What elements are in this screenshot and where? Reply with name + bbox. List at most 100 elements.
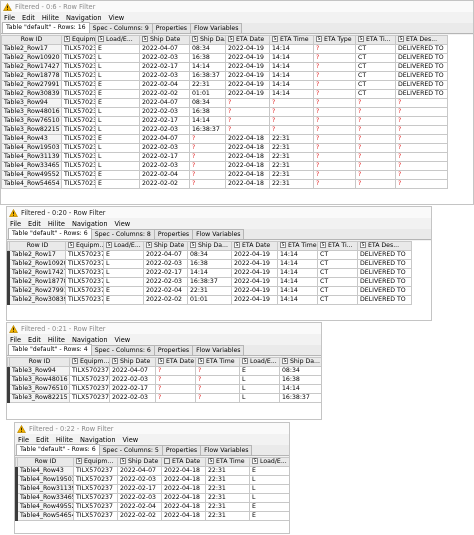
row-id-cell[interactable]: Table3_Row76510	[9, 384, 70, 394]
column-header[interactable]: S ETA Time	[269, 35, 314, 45]
column-header[interactable]: SEquipm...	[69, 357, 110, 367]
table-cell[interactable]: 22:31	[205, 484, 250, 494]
table-row[interactable]: Table2_Row17427TILX570237L2022-02-1714:1…	[7, 268, 412, 278]
table-cell[interactable]: L	[95, 107, 140, 117]
menu-view[interactable]: View	[109, 14, 125, 22]
table-cell[interactable]: 14:14	[279, 384, 321, 394]
table-cell[interactable]: 2022-02-02	[139, 89, 190, 99]
column-header[interactable]: SShip Da...	[187, 241, 232, 251]
table-cell[interactable]: TILX570237	[73, 475, 118, 485]
table-cell[interactable]: 14:14	[277, 268, 318, 278]
menu-hilite[interactable]: Hilite	[48, 336, 65, 344]
window-title-bar[interactable]: Filtered - 0:21 - Row Filter	[7, 323, 321, 334]
tab-properties[interactable]: Properties	[153, 229, 194, 239]
table-cell[interactable]: 16:38:37	[187, 277, 232, 287]
table-cell[interactable]: 2022-04-18	[225, 152, 270, 162]
table-cell[interactable]: ?	[395, 170, 448, 180]
tab-spec[interactable]: Spec - Columns: 8	[90, 229, 155, 239]
table-cell[interactable]: ?	[355, 134, 396, 144]
table-cell[interactable]: CT	[355, 44, 396, 54]
window-title-bar[interactable]: Filtered - 0:20 - Row Filter	[7, 207, 431, 218]
table-cell[interactable]: 14:14	[269, 80, 314, 90]
table-cell[interactable]: 14:14	[277, 295, 318, 305]
table-cell[interactable]: CT	[317, 250, 358, 260]
tab-spec[interactable]: Spec - Columns: 9	[88, 23, 153, 33]
table-row[interactable]: Table2_Row18778TILX570237L2022-02-0316:3…	[7, 277, 412, 287]
column-header[interactable]: S Ship Date	[109, 357, 156, 367]
table-cell[interactable]: 22:31	[205, 475, 250, 485]
table-cell[interactable]: 14:14	[277, 277, 318, 287]
column-header[interactable]: S ETA Date	[225, 35, 270, 45]
table-cell[interactable]: TILX570237	[73, 502, 118, 512]
table-cell[interactable]: L	[95, 62, 140, 72]
table-cell[interactable]: 2022-04-19	[231, 286, 278, 296]
row-id-cell[interactable]: Table2_Row10920	[1, 53, 62, 63]
table-cell[interactable]: 2022-02-04	[139, 170, 190, 180]
table-cell[interactable]: 2022-04-19	[225, 53, 270, 63]
table-cell[interactable]: 22:31	[269, 143, 314, 153]
table-cell[interactable]: 22:31	[269, 134, 314, 144]
table-row[interactable]: Table4_Row19503TILX570237L2022-02-03?202…	[1, 143, 448, 153]
table-cell[interactable]: ?	[269, 116, 314, 126]
table-cell[interactable]: 22:31	[205, 511, 250, 521]
table-cell[interactable]: DELIVERED TO	[395, 71, 448, 81]
table-cell[interactable]: 14:14	[269, 53, 314, 63]
menu-hilite[interactable]: Hilite	[42, 14, 59, 22]
menu-hilite[interactable]: Hilite	[48, 220, 65, 228]
table-cell[interactable]: 14:14	[189, 116, 226, 126]
table-cell[interactable]: 2022-02-03	[117, 493, 162, 503]
table-cell[interactable]: TILX570237	[65, 259, 104, 269]
table-cell[interactable]: ?	[195, 393, 240, 403]
table-cell[interactable]: 2022-04-18	[225, 143, 270, 153]
table-cell[interactable]: CT	[317, 259, 358, 269]
table-cell[interactable]: 2022-04-18	[161, 475, 206, 485]
table-cell[interactable]: 16:38:37	[189, 71, 226, 81]
table-cell[interactable]: 2022-04-18	[225, 170, 270, 180]
table-cell[interactable]: 16:38:37	[279, 393, 321, 403]
table-cell[interactable]: 2022-02-17	[139, 152, 190, 162]
table-row[interactable]: Table4_Row31139TILX570237L2022-02-17?202…	[1, 152, 448, 162]
table-cell[interactable]: ?	[313, 44, 356, 54]
table-cell[interactable]: ?	[355, 152, 396, 162]
table-cell[interactable]: DELIVERED TO	[357, 268, 412, 278]
column-header[interactable]: S ETA Time	[205, 457, 250, 467]
table-cell[interactable]: DELIVERED TO	[357, 295, 412, 305]
table-cell[interactable]: L	[95, 125, 140, 135]
table-cell[interactable]: CT	[317, 268, 358, 278]
table-cell[interactable]: TILX570237	[61, 170, 96, 180]
table-cell[interactable]: L	[95, 116, 140, 126]
table-cell[interactable]: ?	[195, 375, 240, 385]
table-row[interactable]: Table2_Row10920TILX570237L2022-02-0316:3…	[1, 53, 448, 63]
column-header[interactable]: SShip Da...	[279, 357, 321, 367]
row-id-cell[interactable]: Table3_Row48016	[1, 107, 62, 117]
table-cell[interactable]: ?	[355, 116, 396, 126]
row-id-column-header[interactable]: Row ID	[9, 357, 70, 367]
table-cell[interactable]: 22:31	[269, 170, 314, 180]
column-header[interactable]: S ETA Des...	[357, 241, 412, 251]
table-cell[interactable]: DELIVERED TO	[395, 80, 448, 90]
table-row[interactable]: Table4_Row54654 TILX570237 2022-02-02 2022-…	[15, 511, 289, 521]
tab-table[interactable]: Table "default" - Rows: 4	[8, 344, 92, 355]
table-cell[interactable]: L	[95, 143, 140, 153]
table-cell[interactable]: 08:34	[187, 250, 232, 260]
table-cell[interactable]: 14:14	[187, 268, 232, 278]
table-cell[interactable]: 14:14	[269, 89, 314, 99]
table-cell[interactable]: 2022-04-19	[231, 295, 278, 305]
tab-table[interactable]: Table "default" - Rows: 6	[8, 228, 92, 239]
table-cell[interactable]: TILX570237	[65, 286, 104, 296]
table-cell[interactable]: 2022-02-03	[117, 475, 162, 485]
table-cell[interactable]: ?	[269, 98, 314, 108]
table-cell[interactable]: TILX570237	[61, 134, 96, 144]
row-id-cell[interactable]: Table3_Row82215	[1, 125, 62, 135]
table-cell[interactable]: DELIVERED TO	[357, 286, 412, 296]
table-cell[interactable]: 2022-02-03	[139, 125, 190, 135]
table-cell[interactable]: TILX570237	[61, 107, 96, 117]
table-cell[interactable]: CT	[355, 53, 396, 63]
table-cell[interactable]: 2022-04-07	[139, 98, 190, 108]
column-header[interactable]: S ETA Date	[231, 241, 278, 251]
table-cell[interactable]: 2022-02-02	[117, 511, 162, 521]
table-cell[interactable]: 2022-02-03	[139, 161, 190, 171]
table-cell[interactable]: 14:14	[269, 62, 314, 72]
table-cell[interactable]: 22:31	[269, 152, 314, 162]
tab-table[interactable]: Table "default" - Rows: 6	[16, 444, 100, 455]
